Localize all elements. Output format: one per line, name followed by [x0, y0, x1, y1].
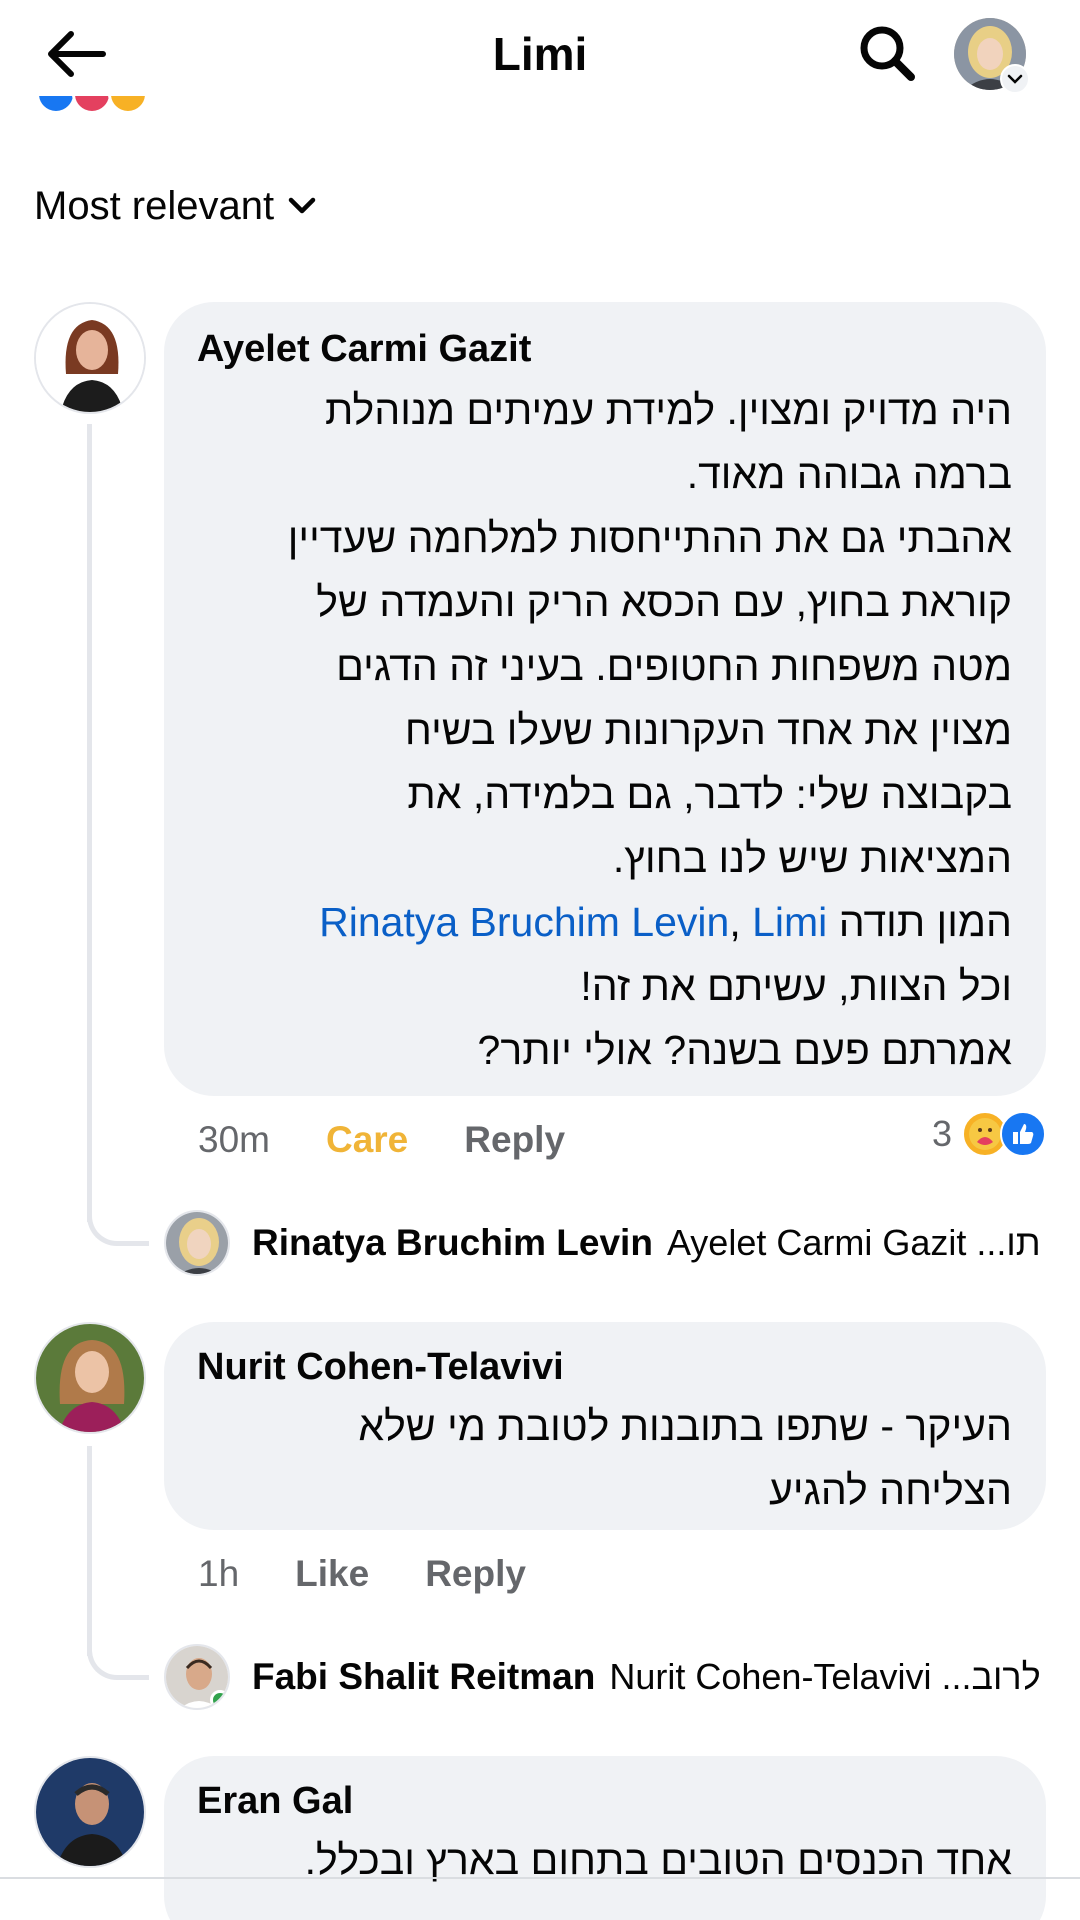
- reaction-summary-peek: [36, 96, 236, 124]
- comment-body: אחד הכנסים הטובים בתחום בארץ ובכלל.: [305, 1828, 1012, 1892]
- search-icon: [860, 26, 915, 81]
- comment-body: היה מדויק ומצוין. למידת עמיתים מנוהלת בר…: [288, 378, 1012, 1082]
- reaction-count[interactable]: 3: [932, 1111, 1046, 1157]
- sort-label: Most relevant: [34, 184, 275, 228]
- chevron-down-icon: [1000, 64, 1030, 94]
- reply-button[interactable]: Reply: [425, 1553, 526, 1595]
- thread-line: [87, 1446, 92, 1656]
- comment-text: ,: [729, 899, 753, 945]
- reply-author: Fabi Shalit Reitman: [252, 1656, 596, 1697]
- avatar[interactable]: [34, 302, 146, 414]
- comment-line: הצליחה להגיע: [769, 1467, 1012, 1513]
- like-icon: [1000, 1111, 1046, 1157]
- comment-body: העיקר - שתפו בתובנות לטובת מי שלא הצליחה…: [358, 1394, 1012, 1522]
- online-status-dot: [210, 1690, 228, 1708]
- comment-bubble: Ayelet Carmi Gazit היה מדויק ומצוין. למי…: [164, 302, 1046, 1096]
- comment-line: אמרתם פעם בשנה? אולי יותר?: [477, 1027, 1012, 1073]
- reply-button[interactable]: Reply: [464, 1119, 565, 1161]
- comment-line: מצוין את אחד העקרונות שעלו בשיח: [404, 707, 1012, 753]
- comment-line: ברמה גבוהה מאוד.: [686, 451, 1012, 497]
- comment-bubble: Nurit Cohen-Telavivi העיקר - שתפו בתובנו…: [164, 1322, 1046, 1530]
- divider: [0, 1877, 1080, 1879]
- like-button[interactable]: Like: [295, 1553, 369, 1595]
- comment-timestamp[interactable]: 1h: [198, 1553, 239, 1595]
- avatar[interactable]: [34, 1756, 146, 1868]
- comment-author[interactable]: Eran Gal: [197, 1776, 353, 1826]
- reply-preview-row[interactable]: Rinatya Bruchim Levin Ayelet Carmi Gazit…: [164, 1208, 1041, 1278]
- avatar: [164, 1644, 230, 1710]
- comment-line: העיקר - שתפו בתובנות לטובת מי שלא: [358, 1403, 1012, 1449]
- sort-dropdown[interactable]: Most relevant: [34, 178, 316, 234]
- avatar[interactable]: [34, 1322, 146, 1434]
- search-button[interactable]: [852, 18, 922, 88]
- comment-line: היה מדויק ומצוין. למידת עמיתים מנוהלת: [325, 387, 1012, 433]
- reply-author: Rinatya Bruchim Levin: [252, 1222, 653, 1263]
- comment-bubble: Eran Gal אחד הכנסים הטובים בתחום בארץ וב…: [164, 1756, 1046, 1920]
- comment-line: מטה משפחות החטופים. בעיני זה הדגים: [336, 643, 1012, 689]
- comment-author[interactable]: Ayelet Carmi Gazit: [197, 324, 531, 374]
- comment-line: וכל הצוות, עשיתם את זה!: [580, 963, 1012, 1009]
- comment-line: קוראת בחוץ, עם הכסא הריק והעמדה של: [316, 579, 1012, 625]
- comment-timestamp[interactable]: 30m: [198, 1119, 270, 1161]
- care-button[interactable]: Care: [326, 1119, 408, 1161]
- comment-actions: 1h Like Reply: [198, 1548, 582, 1600]
- reaction-number: 3: [931, 1113, 952, 1154]
- comment-line: בקבוצה שלי: לדבר, גם בלמידה, את: [407, 771, 1012, 817]
- reply-preview-row[interactable]: Fabi Shalit Reitman Nurit Cohen-Telavivi…: [164, 1642, 1041, 1712]
- top-bar: Limi: [0, 0, 1080, 108]
- avatar: [164, 1210, 230, 1276]
- profile-menu-button[interactable]: [954, 18, 1030, 94]
- comment-text: המון תודה: [827, 899, 1012, 945]
- comment-line: אחד הכנסים הטובים בתחום בארץ ובכלל.: [304, 1837, 1012, 1883]
- comment-actions: 30m Care Reply: [198, 1114, 621, 1166]
- thread-connector: [87, 1630, 149, 1680]
- chevron-down-icon: [288, 197, 316, 214]
- comment-line: אהבתי גם את ההתייחסות למלחמה שעדיין: [287, 515, 1012, 561]
- thread-connector: [87, 1196, 149, 1246]
- reply-preview-text: Ayelet Carmi Gazit ...תו: [666, 1222, 1041, 1263]
- reply-preview-text: Nurit Cohen-Telavivi ...לרוב: [609, 1656, 1041, 1697]
- comments-screen: Limi Most relevant Ayelet Carmi Gazit הי…: [0, 0, 1080, 1920]
- comment-author[interactable]: Nurit Cohen-Telavivi: [197, 1342, 564, 1392]
- mention-link[interactable]: Rinatya Bruchim Levin: [319, 899, 729, 945]
- comment-line: המציאות שיש לנו בחוץ.: [612, 835, 1012, 881]
- mention-link[interactable]: Limi: [752, 899, 827, 945]
- comment-line-mentions: המון תודה Rinatya Bruchim Levin, Limi: [288, 890, 1012, 954]
- thread-line: [87, 424, 92, 1222]
